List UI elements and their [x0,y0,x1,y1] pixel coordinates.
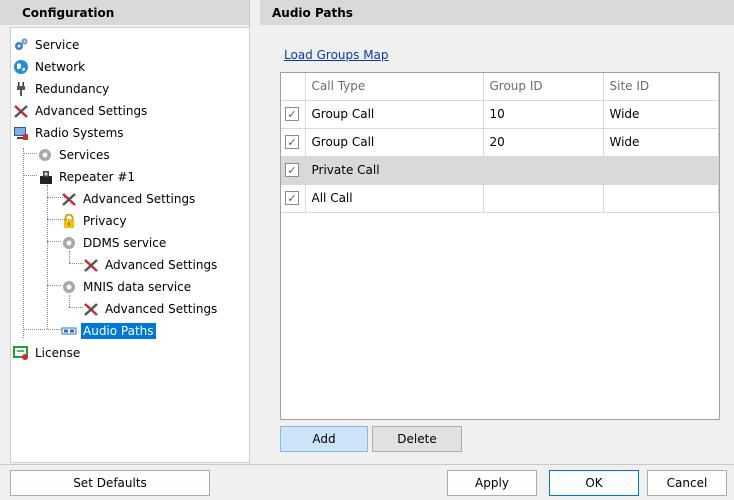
lock-icon [61,213,77,229]
tree-item-mnis-data-service[interactable]: MNIS data service [61,277,193,297]
tools-icon [83,301,99,317]
tree-label: MNIS data service [83,280,192,294]
apply-button[interactable]: Apply [447,470,537,496]
tree-label: Radio Systems [35,126,124,140]
tree-item-repeater-1[interactable]: Repeater #1 [37,167,137,187]
set-defaults-button[interactable]: Set Defaults [10,470,210,496]
tree-item-ddms-advanced-settings[interactable]: Advanced Settings [83,255,219,275]
tree-label: DDMS service [83,236,167,250]
grid-header-row: Call Type Group ID Site ID [281,73,719,101]
table-row[interactable]: ✓ Group Call 20 Wide [281,128,719,157]
gear-icon [37,147,53,163]
load-groups-map-link[interactable]: Load Groups Map [284,48,389,62]
configuration-tree[interactable]: Service Network Redundancy Advanced Sett… [10,27,250,463]
tree-label: Advanced Settings [83,192,196,206]
audio-paths-panel: Audio Paths Load Groups Map Call Type Gr… [260,0,734,464]
audio-paths-grid[interactable]: Call Type Group ID Site ID ✓ Group Call … [280,72,720,420]
configuration-panel: Configuration Service Network Redundancy… [0,0,250,464]
tree-label: Service [35,38,80,52]
tree-item-license[interactable]: License [13,343,82,363]
cell-call-type[interactable]: Group Call [305,128,484,157]
cell-site-id[interactable]: Wide [603,128,719,157]
tree-label: Repeater #1 [59,170,136,184]
gears-icon [13,37,29,53]
cell-call-type[interactable]: All Call [305,184,484,213]
column-call-type[interactable]: Call Type [305,73,484,101]
tree-label: Advanced Settings [35,104,148,118]
tree-label: Audio Paths [81,323,156,339]
tree-label: Advanced Settings [105,302,218,316]
cell-group-id[interactable]: 10 [483,100,604,129]
tree-label: Advanced Settings [105,258,218,272]
bottom-button-bar: Set Defaults Apply OK Cancel [0,464,734,500]
cell-site-id[interactable]: Wide [603,100,719,129]
tools-icon [83,257,99,273]
tree-label: Services [59,148,110,162]
row-checkbox[interactable]: ✓ [285,107,299,122]
tree-label: Privacy [83,214,127,228]
globe-icon [13,59,29,75]
cell-group-id[interactable] [483,184,604,213]
delete-button[interactable]: Delete [372,426,462,452]
tree-label: License [35,346,81,360]
gear-icon [61,279,77,295]
table-row[interactable]: ✓ All Call [281,184,719,213]
tree-item-radio-systems[interactable]: Radio Systems [13,123,126,143]
table-row[interactable]: ✓ Private Call [281,156,719,185]
audio-paths-header: Audio Paths [260,0,734,25]
cell-group-id[interactable]: 20 [483,128,604,157]
tree-item-advanced-settings[interactable]: Advanced Settings [13,101,149,121]
tools-icon [13,103,29,119]
grid-header-checkbox [281,73,306,101]
ok-button[interactable]: OK [549,470,639,496]
column-group-id[interactable]: Group ID [483,73,604,101]
tree-item-network[interactable]: Network [13,57,87,77]
cell-site-id[interactable] [603,156,719,185]
row-checkbox[interactable]: ✓ [285,163,299,178]
cell-site-id[interactable] [603,184,719,213]
tree-label: Redundancy [35,82,110,96]
audio-path-icon [61,323,77,339]
repeater-icon [37,169,53,185]
gear-icon [61,235,77,251]
configuration-header: Configuration [0,0,249,25]
tree-item-mnis-advanced-settings[interactable]: Advanced Settings [83,299,219,319]
cell-call-type[interactable]: Group Call [305,100,484,129]
tree-label: Network [35,60,86,74]
cancel-button[interactable]: Cancel [647,470,727,496]
add-button[interactable]: Add [280,426,368,452]
tree-item-audio-paths[interactable]: Audio Paths [61,321,156,341]
table-row[interactable]: ✓ Group Call 10 Wide [281,100,719,129]
tools-icon [61,191,77,207]
row-checkbox[interactable]: ✓ [285,135,299,150]
cell-group-id[interactable] [483,156,604,185]
tree-item-redundancy[interactable]: Redundancy [13,79,111,99]
cell-call-type[interactable]: Private Call [305,156,484,185]
tree-item-privacy[interactable]: Privacy [61,211,128,231]
column-site-id[interactable]: Site ID [603,73,719,101]
tree-item-ddms-service[interactable]: DDMS service [61,233,168,253]
row-checkbox[interactable]: ✓ [285,191,299,206]
computer-icon [13,125,29,141]
tree-item-repeater-advanced-settings[interactable]: Advanced Settings [61,189,197,209]
plug-icon [13,81,29,97]
tree-item-service[interactable]: Service [13,35,81,55]
tree-item-services[interactable]: Services [37,145,112,165]
license-icon [13,345,29,361]
